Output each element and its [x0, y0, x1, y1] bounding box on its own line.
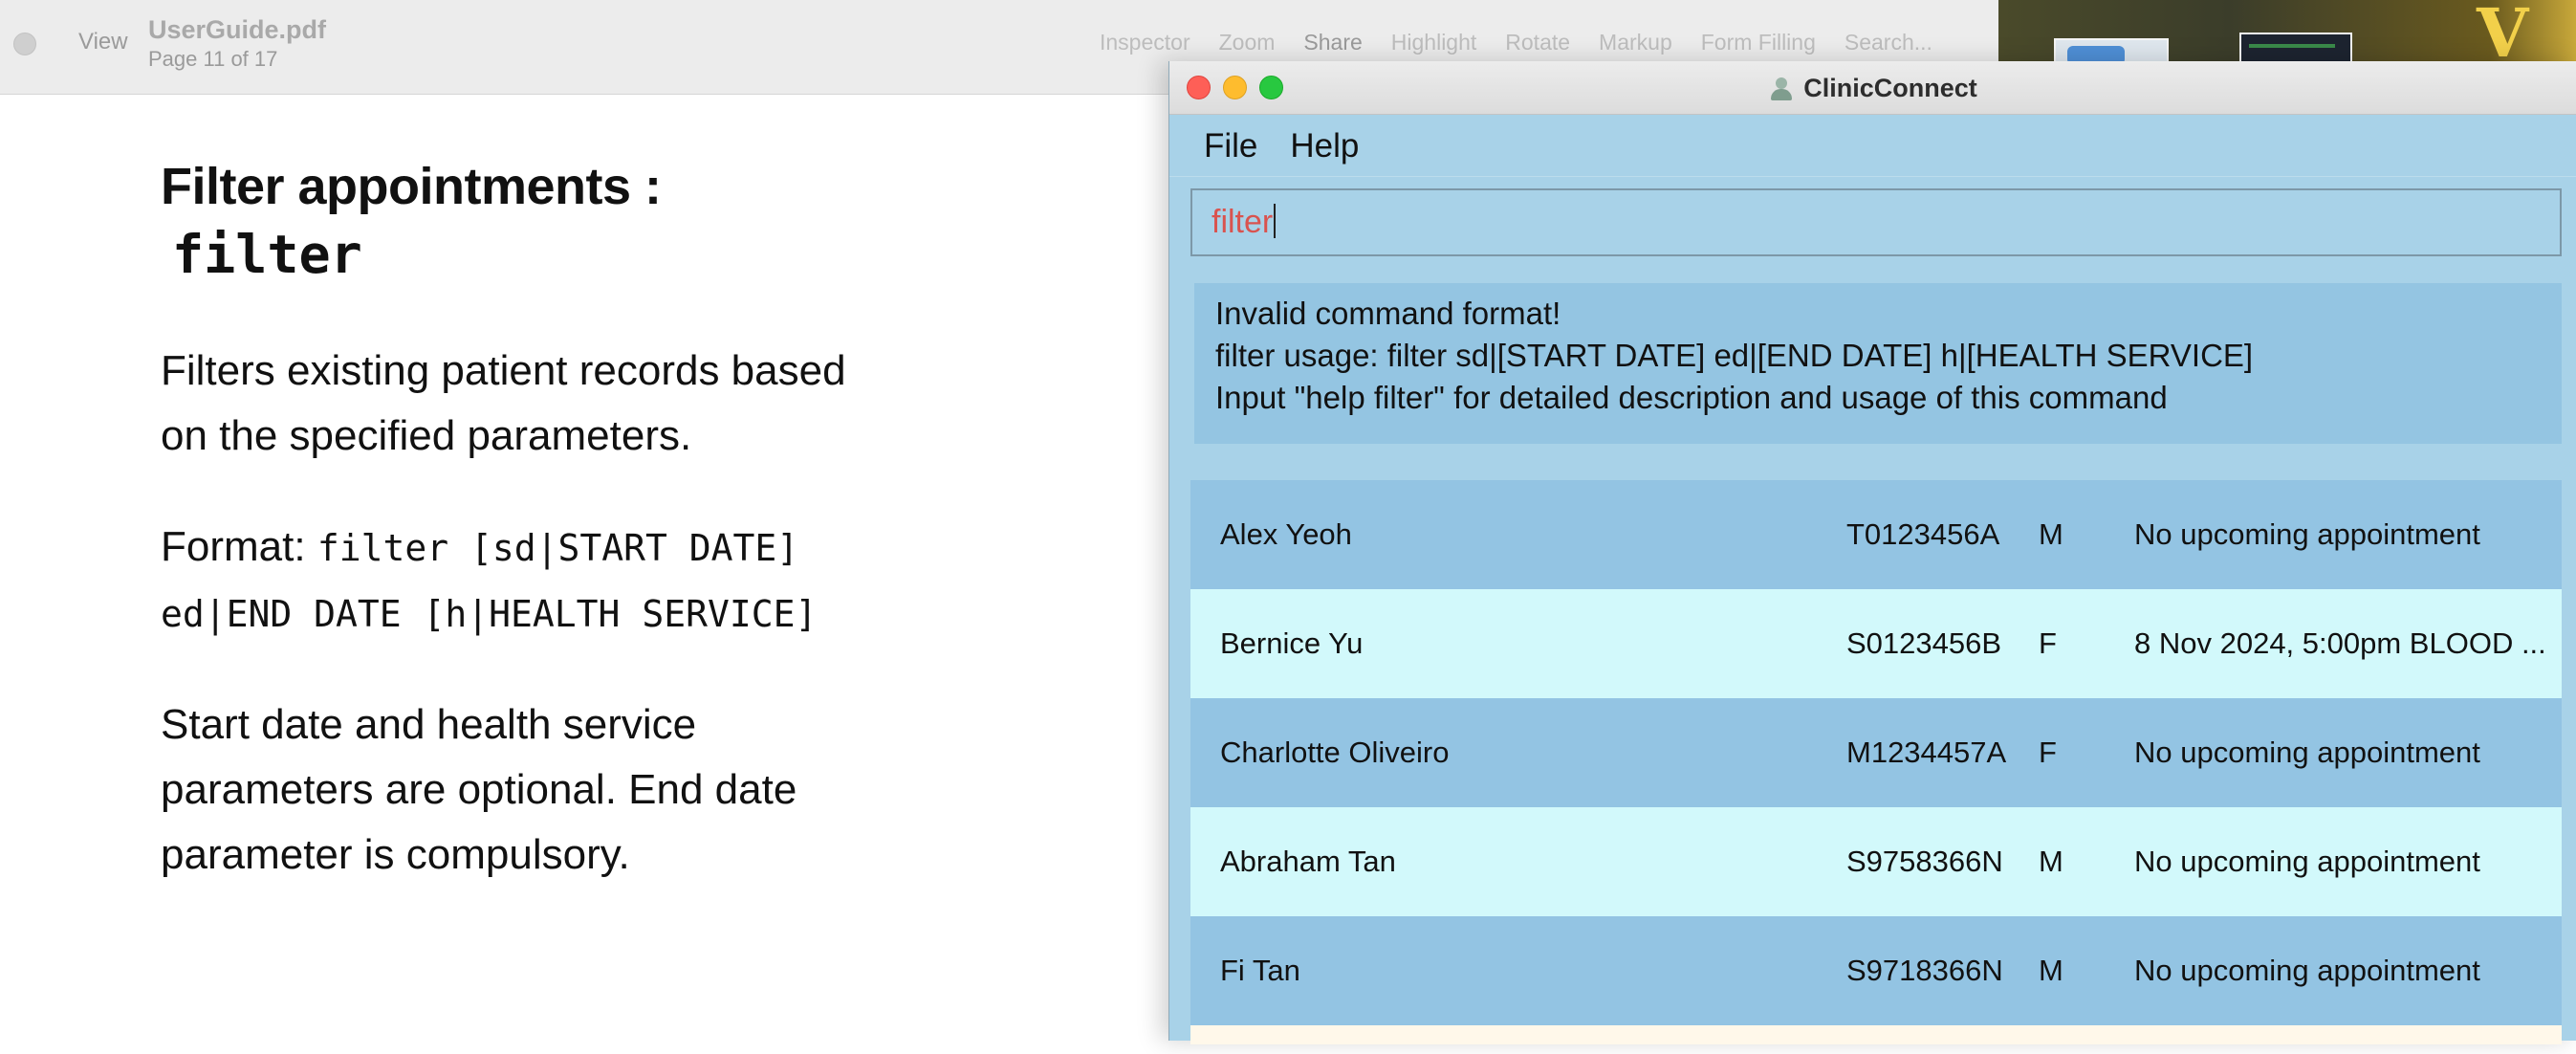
zoom-button[interactable]: Zoom: [1219, 30, 1276, 55]
patient-appointment: No upcoming appointment: [2134, 954, 2480, 987]
page-indicator: Page 11 of 17: [148, 47, 278, 71]
parameters-note-paragraph: Start date and health service parameters…: [161, 701, 797, 878]
patient-card[interactable]: Abraham Tan S9758366N M No upcoming appo…: [1190, 807, 2562, 916]
patient-card[interactable]: Alex Yeoh T0123456A M No upcoming appoin…: [1190, 480, 2562, 589]
patient-list[interactable]: Alex Yeoh T0123456A M No upcoming appoin…: [1190, 480, 2562, 1054]
text-caret: [1274, 204, 1277, 238]
desktop-background: V: [1998, 0, 2576, 67]
format-label: Format:: [161, 523, 306, 570]
desktop-logo-fragment: V: [2477, 0, 2529, 67]
menu-help[interactable]: Help: [1290, 127, 1359, 165]
result-line-usage: filter usage: filter sd|[START DATE] ed|…: [1215, 338, 2254, 373]
description-paragraph: Filters existing patient records based o…: [161, 347, 846, 459]
menu-bar: File Help: [1169, 116, 2576, 177]
clinicconnect-app-icon: [1769, 76, 1794, 100]
section-heading: Filter appointments :: [161, 158, 662, 215]
patient-card[interactable]: Charlotte Oliveiro M1234457A F No upcomi…: [1190, 698, 2562, 807]
document-title: UserGuide.pdf: [148, 15, 327, 44]
patient-nric: S9718366N: [1846, 954, 2003, 987]
patient-card[interactable]: Fi Tan S9718366N M No upcoming appointme…: [1190, 916, 2562, 1025]
window-title: ClinicConnect: [1803, 73, 1977, 102]
menu-file[interactable]: File: [1204, 127, 1257, 165]
patient-sex: M: [2039, 517, 2063, 551]
window-title-group: ClinicConnect: [1169, 61, 2576, 115]
format-paragraph: Format: filter [sd|START DATE] ed|END DA…: [161, 515, 887, 647]
window-close-dot[interactable]: [13, 33, 36, 55]
share-button[interactable]: Share: [1303, 30, 1362, 55]
rotate-button[interactable]: Rotate: [1505, 30, 1570, 55]
patient-appointment: No upcoming appointment: [2134, 845, 2480, 878]
clinicconnect-window: ClinicConnect File Help filter Invalid c…: [1168, 61, 2576, 1044]
patient-name: Alex Yeoh: [1220, 517, 1352, 551]
result-line-help-hint: Input "help filter" for detailed descrip…: [1215, 380, 2168, 415]
patient-appointment: 8 Nov 2024, 5:00pm BLOOD ...: [2134, 626, 2546, 660]
search-field[interactable]: Search...: [1845, 30, 1932, 55]
command-input-text: filter: [1212, 204, 1277, 241]
highlight-button[interactable]: Highlight: [1391, 30, 1477, 55]
patient-appointment: No upcoming appointment: [2134, 736, 2480, 769]
patient-name: Charlotte Oliveiro: [1220, 736, 1450, 769]
document-content: Filter appointments : filter Filters exi…: [161, 153, 887, 888]
command-text-value: filter: [1212, 204, 1274, 240]
preview-toolbar-tools: Inspector Zoom Share Highlight Rotate Ma…: [1100, 30, 1961, 55]
result-display: Invalid command format! filter usage: fi…: [1194, 283, 2562, 444]
patient-appointment: No upcoming appointment: [2134, 517, 2480, 551]
markup-button[interactable]: Markup: [1599, 30, 1672, 55]
section-heading-command: filter: [172, 224, 362, 285]
view-menu-button[interactable]: View: [78, 29, 128, 55]
patient-nric: S9758366N: [1846, 845, 2003, 878]
patient-sex: F: [2039, 736, 2057, 769]
patient-name: Abraham Tan: [1220, 845, 1396, 878]
inspector-button[interactable]: Inspector: [1100, 30, 1190, 55]
form-filling-button[interactable]: Form Filling: [1701, 30, 1816, 55]
patient-name: Fi Tan: [1220, 954, 1300, 987]
patient-nric: M1234457A: [1846, 736, 2007, 769]
patient-card[interactable]: Bernice Yu S0123456B F 8 Nov 2024, 5:00p…: [1190, 589, 2562, 698]
patient-nric: S0123456B: [1846, 626, 2002, 660]
result-line-error: Invalid command format!: [1215, 296, 1561, 331]
window-titlebar[interactable]: ClinicConnect: [1169, 61, 2576, 115]
patient-nric: T0123456A: [1846, 517, 2000, 551]
patient-sex: M: [2039, 954, 2063, 987]
patient-sex: F: [2039, 626, 2057, 660]
patient-card-partial[interactable]: [1190, 1025, 2562, 1044]
command-input[interactable]: filter: [1190, 188, 2562, 256]
patient-sex: M: [2039, 845, 2063, 878]
patient-name: Bernice Yu: [1220, 626, 1364, 660]
